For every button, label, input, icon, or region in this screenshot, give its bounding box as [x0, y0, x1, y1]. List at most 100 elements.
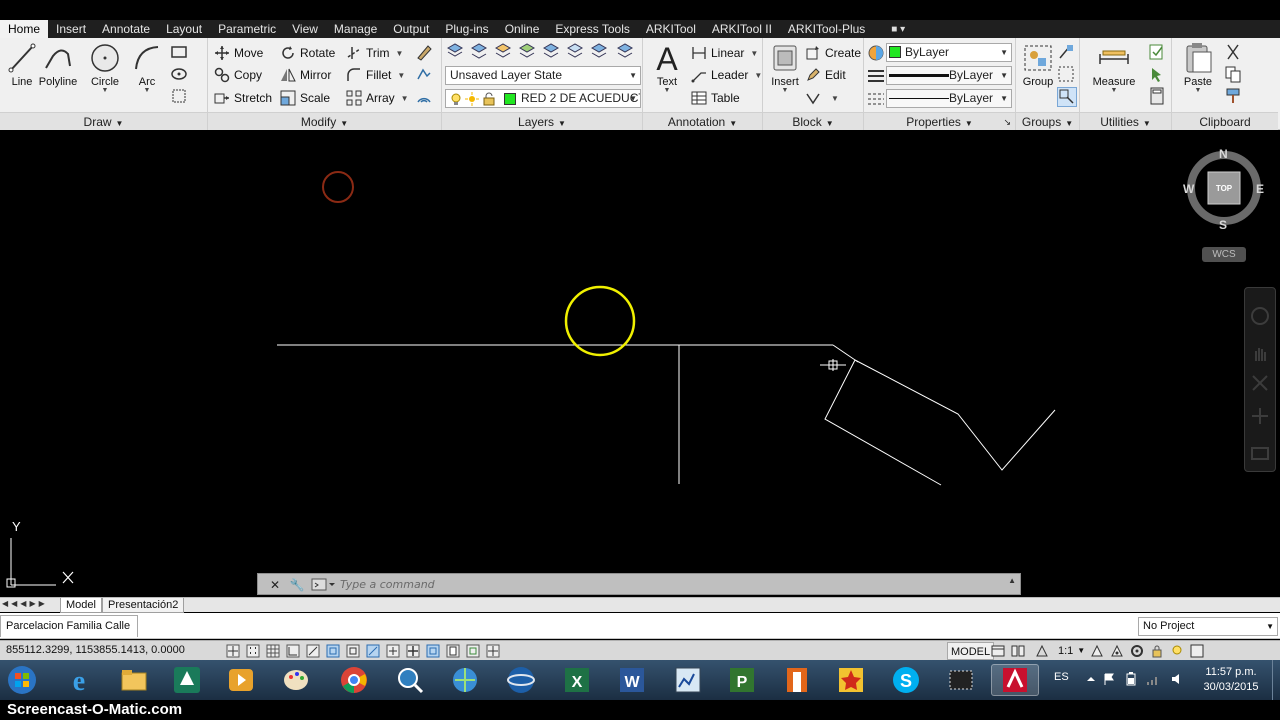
- file-tab[interactable]: Parcelacion Familia Calle (1): [0, 615, 138, 652]
- tab-view[interactable]: View: [284, 20, 326, 38]
- erase-button[interactable]: [415, 43, 435, 63]
- layer-match-button[interactable]: [470, 42, 490, 62]
- taskbar-network-app[interactable]: [441, 664, 489, 696]
- showmotion-icon[interactable]: [1250, 443, 1270, 463]
- layer-isolate-button[interactable]: [518, 42, 538, 62]
- annotation-scale-value[interactable]: 1:1: [1056, 642, 1075, 660]
- taskbar-star-app[interactable]: [827, 664, 875, 696]
- layer-lock-button[interactable]: [616, 42, 636, 62]
- tab-presentacion2[interactable]: Presentación2: [102, 598, 185, 613]
- create-block-button[interactable]: Create: [805, 43, 861, 63]
- dyn-input-toggle[interactable]: [403, 642, 423, 660]
- tab-arkitool-plus[interactable]: ARKITool-Plus: [780, 20, 873, 38]
- tab-arkitool-ii[interactable]: ARKITool II: [704, 20, 780, 38]
- modify-panel-title[interactable]: Modify ▼: [208, 112, 441, 130]
- selection-cycling-toggle[interactable]: [483, 642, 503, 660]
- utilities-panel-title[interactable]: Utilities ▼: [1080, 112, 1171, 130]
- copy-button[interactable]: Copy: [214, 65, 262, 85]
- taskbar-excel[interactable]: X: [553, 664, 601, 696]
- command-input[interactable]: Type a command: [340, 576, 930, 593]
- ribbon-minimize-toggle-icon[interactable]: ■ ▾: [891, 24, 905, 35]
- tab-output[interactable]: Output: [385, 20, 437, 38]
- measure-dropdown-icon[interactable]: ▼: [1092, 87, 1136, 94]
- group-edit-button[interactable]: [1057, 65, 1077, 85]
- start-button[interactable]: [0, 664, 44, 696]
- tab-online[interactable]: Online: [497, 20, 548, 38]
- measure-button[interactable]: Measure ▼: [1092, 42, 1136, 96]
- zoom-extents-icon[interactable]: [1250, 373, 1270, 393]
- system-clock[interactable]: 11:57 p.m. 30/03/2015: [1196, 665, 1266, 695]
- layer-off-button[interactable]: [590, 42, 610, 62]
- match-clip-button[interactable]: [1224, 87, 1244, 107]
- annotation-scale-icon[interactable]: [1028, 642, 1056, 660]
- leader-button[interactable]: Leader ▼: [691, 65, 762, 85]
- snap-toggle[interactable]: [243, 642, 263, 660]
- cut-button[interactable]: [1224, 43, 1244, 63]
- region-button[interactable]: [170, 87, 190, 107]
- grid-toggle[interactable]: [263, 642, 283, 660]
- taskbar-app-green[interactable]: [163, 664, 211, 696]
- annotation-panel-title[interactable]: Annotation ▼: [643, 112, 762, 130]
- customize-wrench-icon[interactable]: 🔧: [288, 576, 306, 594]
- viewcube[interactable]: N S E W TOP: [1183, 146, 1265, 232]
- hatch-button[interactable]: [170, 65, 190, 85]
- lineweight-dropdown[interactable]: ByLayer ▼: [886, 66, 1012, 85]
- quick-select-button[interactable]: [1148, 43, 1168, 63]
- quick-view-layouts-button[interactable]: [988, 642, 1008, 660]
- calculator-button[interactable]: [1148, 87, 1168, 107]
- workspace-switching-button[interactable]: [1127, 642, 1147, 660]
- layer-freeze-button[interactable]: [566, 42, 586, 62]
- groups-panel-title[interactable]: Groups ▼: [1016, 112, 1079, 130]
- taskbar-project-app[interactable]: P: [718, 664, 766, 696]
- layer-properties-button[interactable]: [446, 42, 466, 62]
- command-history-arrow-icon[interactable]: ▲: [1008, 576, 1016, 585]
- compass-west[interactable]: W: [1183, 182, 1194, 196]
- quick-properties-toggle[interactable]: [463, 642, 483, 660]
- group-selection-toggle[interactable]: [1057, 87, 1077, 107]
- layout-nav-arrows-icon[interactable]: ◀◀◀▶▶: [2, 599, 48, 608]
- color-dropdown[interactable]: ByLayer ▼: [886, 43, 1012, 62]
- offset-button[interactable]: [415, 87, 435, 107]
- tab-layout[interactable]: Layout: [158, 20, 210, 38]
- block-attributes-button[interactable]: ▼: [805, 88, 839, 108]
- edit-block-button[interactable]: Edit: [805, 65, 846, 85]
- layer-previous-button[interactable]: [494, 42, 514, 62]
- arc-dropdown-icon[interactable]: ▼: [125, 87, 169, 94]
- coordinate-readout[interactable]: 855112.3299, 1153855.1413, 0.0000: [6, 644, 185, 656]
- clean-screen-button[interactable]: [1187, 642, 1207, 660]
- taskbar-word[interactable]: W: [608, 664, 656, 696]
- paste-button[interactable]: Paste ▼: [1176, 42, 1220, 96]
- properties-launcher-icon[interactable]: ↘: [1003, 113, 1011, 131]
- battery-icon[interactable]: [1124, 672, 1138, 686]
- taskbar-chrome[interactable]: [330, 664, 378, 696]
- insert-block-button[interactable]: Insert ▼: [763, 42, 807, 96]
- rectangle-button[interactable]: [170, 43, 190, 63]
- text-dropdown-icon[interactable]: ▼: [645, 87, 689, 94]
- taskbar-skype[interactable]: S: [882, 664, 930, 696]
- taskbar-internet-explorer[interactable]: e: [55, 664, 103, 696]
- drawing-area[interactable]: [0, 131, 1280, 597]
- wcs-menu-button[interactable]: WCS: [1202, 247, 1246, 262]
- annotation-scale-dropdown-icon[interactable]: ▼: [1075, 642, 1087, 660]
- language-indicator[interactable]: ES: [1054, 671, 1069, 683]
- scale-button[interactable]: Scale: [280, 88, 330, 108]
- tab-model[interactable]: Model: [60, 598, 102, 613]
- array-button[interactable]: Array ▼: [346, 88, 409, 108]
- insert-dropdown-icon[interactable]: ▼: [763, 87, 807, 94]
- layer-state-dropdown[interactable]: Unsaved Layer State ▼: [445, 66, 641, 85]
- show-desktop-button[interactable]: [1272, 660, 1280, 700]
- otrack-toggle[interactable]: [363, 642, 383, 660]
- taskbar-autocad[interactable]: [991, 664, 1039, 696]
- ortho-toggle[interactable]: [283, 642, 303, 660]
- current-layer-dropdown[interactable]: RED 2 DE ACUEDUCT ▼: [445, 89, 641, 108]
- tab-annotate[interactable]: Annotate: [94, 20, 158, 38]
- block-panel-title[interactable]: Block ▼: [763, 112, 863, 130]
- tab-home[interactable]: Home: [0, 20, 49, 38]
- osnap-toggle[interactable]: [323, 642, 343, 660]
- taskbar-ras-app[interactable]: [664, 664, 712, 696]
- compass-east[interactable]: E: [1256, 182, 1264, 196]
- copy-clip-button[interactable]: [1224, 65, 1244, 85]
- tab-parametric[interactable]: Parametric: [210, 20, 284, 38]
- taskbar-search-app[interactable]: [386, 664, 434, 696]
- match-properties-icon[interactable]: [867, 44, 885, 62]
